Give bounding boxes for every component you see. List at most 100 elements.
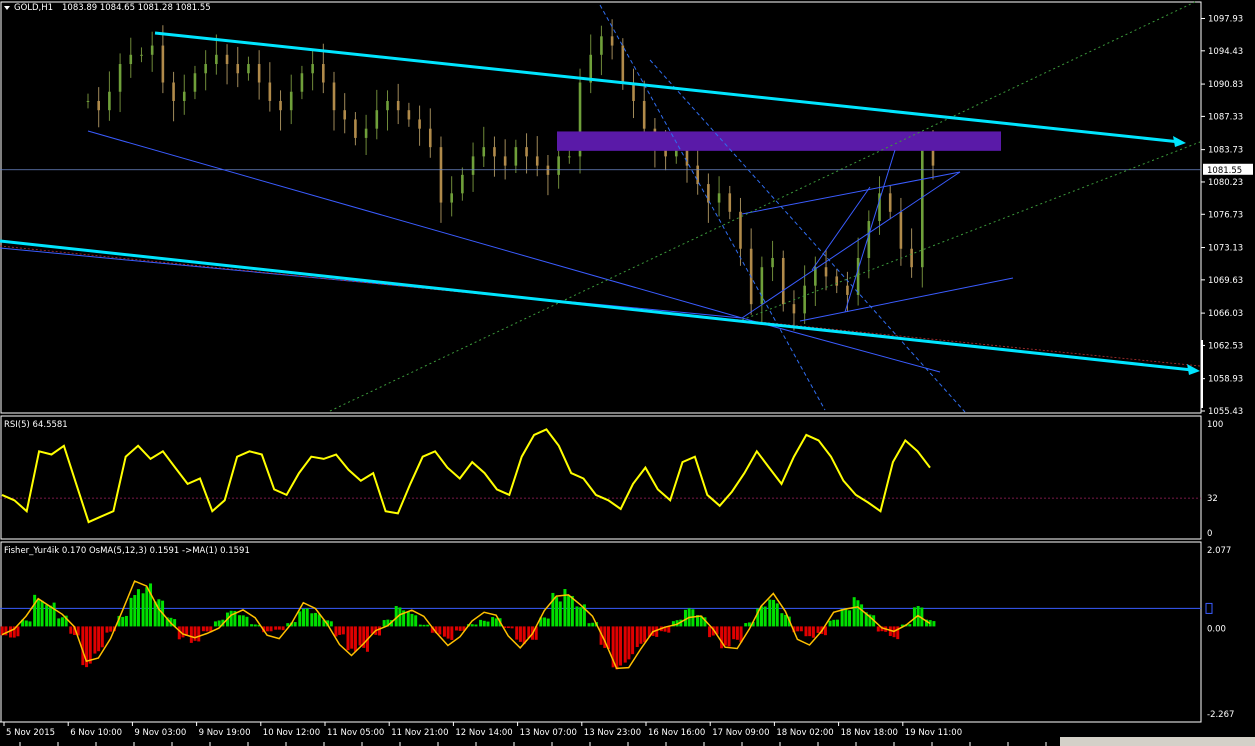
- channel-line[interactable]: [87, 130, 743, 319]
- candle-body: [193, 73, 197, 92]
- dropdown-triangle-icon[interactable]: [4, 6, 10, 10]
- histogram-bar-negative: [265, 626, 269, 632]
- green-dotted-line[interactable]: [329, 1, 1196, 412]
- fib-dashed-line[interactable]: [599, 4, 826, 411]
- candle-body: [161, 45, 165, 83]
- chart-terminal[interactable]: 1097.93 1094.43 1090.83 1087.33 1083.73 1080.…: [0, 0, 1255, 746]
- histogram-bar-positive: [145, 587, 149, 627]
- candle-body: [568, 156, 571, 158]
- histogram-bar-negative: [639, 626, 643, 644]
- channel-line[interactable]: [741, 317, 941, 373]
- histogram-bar-positive: [932, 621, 936, 627]
- candle-body: [899, 211, 903, 249]
- price-axis-label: 1073.13: [1208, 244, 1243, 254]
- histogram-bar-negative: [510, 626, 514, 629]
- histogram-bar-positive: [835, 619, 839, 627]
- price-axis-label: 1097.93: [1208, 14, 1243, 24]
- main-price-chart[interactable]: 1097.93 1094.43 1090.83 1087.33 1083.73 1080.…: [0, 0, 1255, 746]
- histogram-bar-positive: [305, 608, 309, 627]
- histogram-bar-negative: [274, 626, 278, 630]
- histogram-bar-positive: [245, 616, 249, 627]
- histogram-bar-negative: [735, 626, 739, 640]
- histogram-bar-positive: [470, 624, 474, 627]
- candle-body: [343, 110, 347, 120]
- channel-line[interactable]: [741, 171, 961, 319]
- histogram-bar-positive: [213, 621, 217, 627]
- histogram-bar-positive: [570, 595, 574, 627]
- histogram-bar-positive: [840, 608, 844, 627]
- histogram-bar-negative: [808, 626, 812, 637]
- histogram-bar-positive: [482, 620, 486, 627]
- histogram-bar-positive: [474, 624, 478, 627]
- histogram-bar-negative: [269, 626, 273, 632]
- channel-line[interactable]: [799, 277, 1014, 322]
- histogram-bar-negative: [346, 626, 350, 651]
- histogram-bar-positive: [298, 611, 302, 627]
- candle-body: [824, 267, 828, 277]
- candle-body: [503, 156, 507, 166]
- price-axis-label: 1069.63: [1208, 276, 1243, 286]
- candle-body: [610, 36, 614, 46]
- histogram-bar-positive: [124, 615, 128, 627]
- price-axis-label: 1080.23: [1208, 178, 1243, 188]
- ohlc-readout: 1083.89 1084.65 1081.28 1081.55: [62, 3, 211, 13]
- candle-body: [86, 100, 90, 102]
- upper-trendline[interactable]: [154, 31, 1181, 144]
- histogram-bar-positive: [136, 589, 140, 627]
- symbol-label: GOLD,H1: [14, 3, 53, 13]
- signal-level-marker: [1205, 602, 1213, 614]
- histogram-bar-positive: [36, 599, 40, 627]
- histogram-bar-negative: [334, 626, 338, 637]
- time-axis-label: 12 Nov 14:00: [455, 728, 512, 738]
- histogram-bar-positive: [567, 594, 571, 627]
- candle-body: [108, 91, 111, 111]
- histogram-bar-positive: [491, 617, 495, 627]
- histogram-bar-positive: [763, 606, 767, 627]
- candle-body: [204, 64, 207, 74]
- histogram-bar-positive: [414, 615, 418, 627]
- histogram-bar-positive: [238, 615, 242, 627]
- lower-trendline[interactable]: [0, 239, 1193, 372]
- histogram-bar-positive: [426, 624, 430, 627]
- channel-line[interactable]: [844, 149, 896, 313]
- histogram-bar-negative: [515, 626, 519, 640]
- histogram-bar-negative: [458, 626, 462, 631]
- histogram-bar-negative: [799, 626, 803, 632]
- histogram-bar-positive: [575, 606, 579, 627]
- candle-body: [771, 257, 774, 268]
- histogram-bar-positive: [486, 621, 490, 627]
- histogram-bar-negative: [804, 626, 808, 637]
- candle-body: [642, 100, 646, 129]
- histogram-bar-positive: [768, 599, 772, 627]
- histogram-bar-negative: [876, 626, 880, 632]
- oscillator-axis-label: 0.00: [1207, 624, 1226, 634]
- candle-body: [535, 156, 539, 166]
- histogram-bar-negative: [518, 626, 522, 642]
- candle-body: [407, 110, 411, 120]
- histogram-bar-positive: [40, 600, 44, 627]
- histogram-bar-negative: [631, 626, 635, 655]
- candle-body: [150, 45, 154, 55]
- histogram-bar-negative: [277, 626, 281, 630]
- price-axis-label: 1087.33: [1208, 112, 1243, 122]
- candle-body: [557, 156, 560, 175]
- candle-body: [396, 100, 400, 111]
- histogram-bar-positive: [555, 596, 559, 627]
- current-price-label: 1081.55: [1207, 166, 1242, 176]
- time-axis-label: 11 Nov 05:00: [327, 728, 384, 738]
- candle-body: [760, 267, 764, 305]
- time-axis-label: 19 Nov 11:00: [905, 728, 962, 738]
- histogram-bar-negative: [341, 626, 345, 635]
- green-dotted-line[interactable]: [741, 141, 1201, 321]
- candle-body: [386, 100, 389, 111]
- histogram-bar-negative: [358, 626, 362, 646]
- histogram-bar-negative: [16, 626, 20, 637]
- price-axis-label: 1062.53: [1208, 341, 1243, 351]
- histogram-bar-positive: [908, 624, 912, 627]
- supply-zone[interactable]: [557, 131, 1001, 151]
- candle-body: [236, 64, 240, 74]
- histogram-bar-negative: [338, 626, 342, 635]
- histogram-bar-negative: [197, 626, 201, 642]
- candle-body: [514, 147, 518, 166]
- channel-line[interactable]: [741, 171, 961, 215]
